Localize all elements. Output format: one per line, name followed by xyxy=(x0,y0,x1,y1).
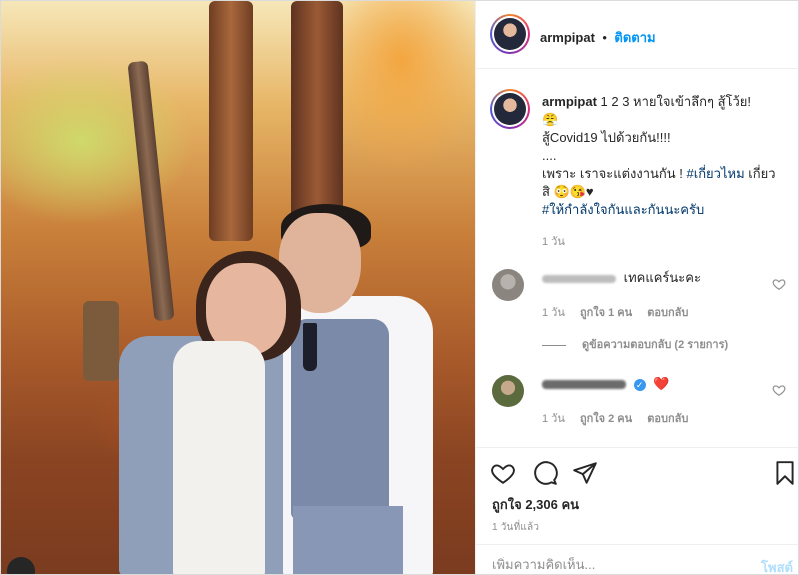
comment-item: เทคแคร์นะคะ 1 วัน ถูกใจ 1 คน ตอบกลับ xyxy=(492,267,792,327)
comment-text: เทคแคร์นะคะ xyxy=(623,270,701,285)
caption-time[interactable]: 1 วัน xyxy=(542,233,787,251)
commenter-avatar[interactable] xyxy=(492,375,524,407)
comment-time[interactable]: 1 วัน xyxy=(542,307,565,319)
man-tie xyxy=(303,323,317,371)
post-dialog: armpipat • ติดตาม armpipat 1 2 3 หายใจเข… xyxy=(0,0,799,575)
caption-emoji: 😤 xyxy=(542,112,559,127)
likes-count[interactable]: ถูกใจ 2,306 คน xyxy=(492,494,579,515)
author-avatar[interactable] xyxy=(490,14,530,54)
replies-divider xyxy=(542,344,566,346)
paper-plane-icon[interactable] xyxy=(572,460,598,486)
reply-button[interactable]: ตอบกลับ xyxy=(647,413,688,425)
commenter-username-redacted[interactable] xyxy=(542,274,616,283)
comment-likes[interactable]: ถูกใจ 2 คน xyxy=(580,413,632,425)
comment-composer: โพสต์ xyxy=(476,544,798,574)
comment-like-heart-icon[interactable] xyxy=(772,383,786,397)
caption-line-1: 1 2 3 หายใจเข้าลึกๆ สู้โว้ย! xyxy=(600,94,752,109)
view-replies-label: ดูข้อความตอบกลับ (2 รายการ) xyxy=(582,339,729,351)
caption-author-avatar[interactable] xyxy=(490,89,530,129)
post-header: armpipat • ติดตาม xyxy=(476,1,798,69)
view-replies-link[interactable]: ดูข้อความตอบกลับ (2 รายการ) xyxy=(542,335,728,353)
caption-line-4-suffix: เกี่ยว xyxy=(744,166,776,181)
post-timestamp[interactable]: 1 วันที่แล้ว xyxy=(492,520,539,535)
caption-line-3: .... xyxy=(542,148,557,163)
tree-trunk xyxy=(127,60,175,322)
tree-trunk xyxy=(83,301,119,381)
comment-input[interactable] xyxy=(492,557,722,572)
woman-dress xyxy=(173,341,265,574)
comment-item: ✓ ❤️ 1 วัน ถูกใจ 2 คน ตอบกลับ xyxy=(492,373,792,433)
comment-text: ❤️ xyxy=(653,376,670,391)
post-caption: armpipat 1 2 3 หายใจเข้าลึกๆ สู้โว้ย! 😤 … xyxy=(542,93,787,251)
commenter-username-redacted[interactable] xyxy=(542,380,626,390)
caption-line-4: เพราะ เราจะแต่งงานกัน ! xyxy=(542,166,687,181)
verified-badge-icon: ✓ xyxy=(633,378,646,391)
caption-emojis: 😳😘♥ xyxy=(553,184,594,199)
post-side-panel: armpipat • ติดตาม armpipat 1 2 3 หายใจเข… xyxy=(475,1,798,574)
hashtag-link[interactable]: #ให้กำลังใจกันและกันนะครับ xyxy=(542,202,704,217)
comment-like-heart-icon[interactable] xyxy=(772,277,786,291)
commenter-avatar[interactable] xyxy=(492,269,524,301)
comment-likes[interactable]: ถูกใจ 1 คน xyxy=(580,307,632,319)
post-photo[interactable] xyxy=(1,1,475,574)
caption-username[interactable]: armpipat xyxy=(542,94,597,109)
caption-line-5: สิ xyxy=(542,184,550,199)
tree-trunk xyxy=(291,1,343,231)
tagged-user-icon[interactable] xyxy=(7,557,35,574)
bookmark-icon[interactable] xyxy=(772,460,798,486)
comment-icon[interactable] xyxy=(532,460,558,486)
separator-dot: • xyxy=(602,30,607,45)
follow-button[interactable]: ติดตาม xyxy=(614,30,655,45)
heart-icon[interactable] xyxy=(490,460,516,486)
post-comment-button[interactable]: โพสต์ xyxy=(761,557,793,574)
reply-button[interactable]: ตอบกลับ xyxy=(647,307,688,319)
post-actions: ถูกใจ 2,306 คน 1 วันที่แล้ว โพสต์ xyxy=(476,447,798,574)
comment-time[interactable]: 1 วัน xyxy=(542,413,565,425)
caption-line-2: สู้Covid19 ไปด้วยกัน!!!! xyxy=(542,130,671,145)
tree-trunk xyxy=(209,1,253,241)
hashtag-link[interactable]: #เกี่ยวไหม xyxy=(687,166,745,181)
author-username[interactable]: armpipat xyxy=(540,30,595,45)
man-pants xyxy=(293,506,403,574)
